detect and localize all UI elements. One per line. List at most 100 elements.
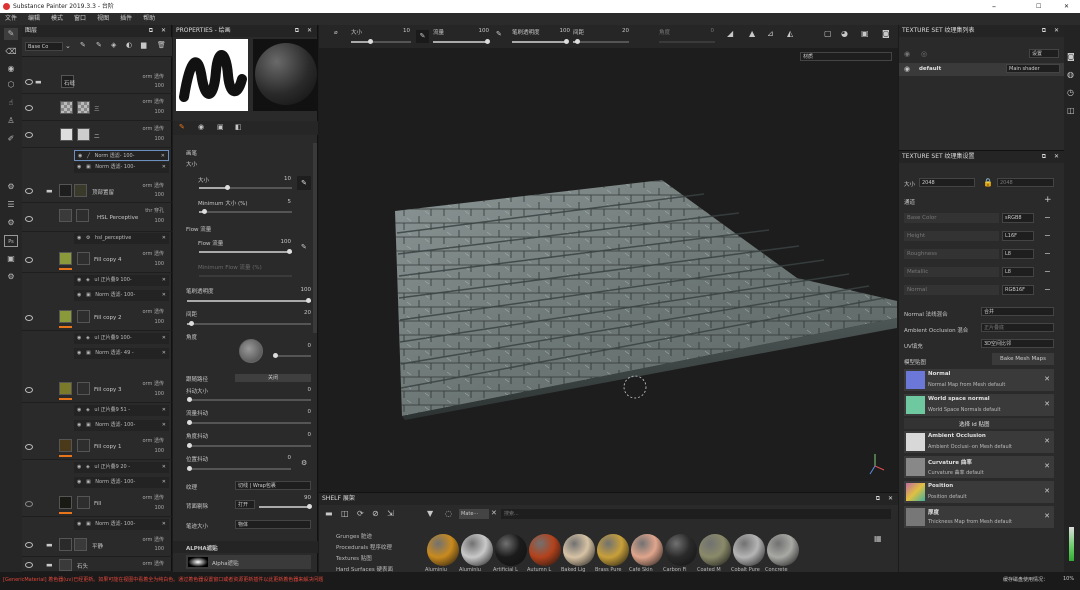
effect-row[interactable]: ◉ ▣ Norm 透滤- 100- ✕ — [74, 162, 169, 173]
mesh-map-slot[interactable]: 厚度 Thickness Map from Mesh default ✕ — [904, 506, 1054, 528]
material-thumbnail[interactable] — [529, 534, 561, 566]
layer-blend[interactable]: orm 透传 — [143, 437, 165, 444]
jitter-flow-value[interactable]: 0 — [291, 409, 312, 415]
eye-icon[interactable]: ◉ — [77, 277, 81, 283]
effect-row[interactable]: ◉ ▣ Norm 透滤- 100- ✕ — [74, 519, 169, 530]
eye-icon[interactable]: ◉ — [77, 521, 81, 527]
visibility-eye-icon[interactable] — [25, 542, 33, 548]
flow-pressure-icon[interactable]: ✎ — [301, 243, 307, 251]
minimum-size-value[interactable]: 5 — [273, 199, 292, 205]
layer-row[interactable]: 三 orm 透传 100 — [22, 95, 172, 121]
lazy-mouse-icon[interactable]: ▲ — [749, 29, 755, 38]
polygon-fill-icon[interactable]: ⬡ — [4, 79, 18, 91]
toolbar-flow-slider[interactable] — [433, 39, 490, 44]
remove-channel-icon[interactable]: − — [1044, 285, 1051, 294]
clear-map-icon[interactable]: ✕ — [1044, 487, 1050, 495]
channel-format-dropdown[interactable]: RGB16F — [1002, 285, 1034, 295]
effect-row[interactable]: ◉ ◈ ul 正片叠9 20 - ✕ — [74, 462, 169, 473]
layer-row[interactable]: ▬ 石头 orm 透传 — [22, 558, 172, 572]
layer-opacity[interactable]: 100 — [154, 391, 164, 397]
material-thumbnail[interactable] — [597, 534, 629, 566]
effect-row[interactable]: ◉ ▣ Norm 透滤- 49 - ✕ — [74, 348, 169, 359]
plugin-icon[interactable]: ⚙ — [4, 271, 18, 283]
layer-blend[interactable]: orm 透传 — [143, 125, 165, 132]
toolbar-flow-pen-icon[interactable]: ✎ — [496, 30, 502, 38]
spacing-value[interactable]: 20 — [291, 310, 311, 316]
history-icon[interactable]: ◷ — [1067, 88, 1074, 97]
mesh-map-slot[interactable]: Normal Normal Map from Mesh default ✕ — [904, 369, 1054, 391]
clone-stamp-icon[interactable]: ♙ — [4, 115, 18, 127]
menu-file[interactable]: 文件 — [5, 15, 17, 22]
pen-pressure-icon[interactable]: ✎ — [297, 176, 311, 190]
projection-icon[interactable]: ◉ — [4, 63, 18, 75]
layer-blend[interactable]: orm 透传 — [143, 536, 165, 543]
size-slider[interactable] — [199, 185, 292, 190]
flow-slider[interactable] — [199, 249, 293, 254]
id-map-slot[interactable]: 选择 id 贴图 — [904, 418, 1054, 429]
mesh-map-slot[interactable]: Curvature 曲率 Curvature 曲率 default ✕ — [904, 456, 1054, 478]
photoshop-export-icon[interactable]: Ps — [4, 235, 18, 247]
minimum-size-slider[interactable] — [199, 209, 292, 214]
remove-effect-icon[interactable]: ✕ — [162, 233, 166, 244]
display-mode-icon[interactable]: ◕ — [841, 29, 848, 38]
effect-row[interactable]: ◉ ◈ ul 正片叠9 100- ✕ — [74, 275, 169, 286]
refresh-icon[interactable]: ⟳ — [357, 509, 364, 518]
lock-icon[interactable]: 🔒 — [983, 178, 993, 187]
render-mode-icon[interactable]: ▣ — [861, 29, 869, 38]
backface-angle-slider[interactable] — [259, 504, 312, 509]
flow-value[interactable]: 100 — [273, 239, 292, 245]
layer-opacity[interactable]: 100 — [154, 319, 164, 325]
visibility-eye-icon[interactable] — [25, 315, 33, 321]
size-space-dropdown[interactable]: 物体 — [235, 520, 311, 529]
channel-format-dropdown[interactable]: L8 — [1002, 249, 1034, 259]
layer-blend[interactable]: orm 透传 — [143, 560, 165, 567]
clear-map-icon[interactable]: ✕ — [1044, 375, 1050, 383]
toolbar-pen-icon[interactable]: ✎ — [416, 30, 429, 43]
toolbar-angle-slider[interactable] — [659, 41, 715, 43]
eye-icon[interactable]: ◉ — [77, 464, 81, 470]
follow-path-toggle[interactable]: 关闭 — [235, 374, 311, 382]
opacity-value[interactable]: 100 — [291, 287, 312, 293]
camera-icon[interactable]: ▢ — [824, 29, 832, 38]
hide-icon[interactable]: ⊘ — [372, 509, 379, 518]
filter-tag[interactable]: Mate··· — [459, 509, 489, 519]
remove-channel-icon[interactable]: − — [1044, 213, 1051, 222]
texture-set-settings-button[interactable]: 设置 — [1029, 49, 1059, 58]
effect-row[interactable]: ◉ ◈ ul 正片叠9 51 - ✕ — [74, 405, 169, 416]
layer-blend[interactable]: orm 透传 — [143, 182, 165, 189]
channel-format-dropdown[interactable]: L16F — [1002, 231, 1034, 241]
shader-dropdown[interactable]: Main shader — [1006, 64, 1060, 73]
grid-view-icon[interactable]: ▦ — [874, 534, 882, 543]
stencil-tab-icon[interactable]: ▣ — [217, 123, 224, 131]
menu-edit[interactable]: 编辑 — [28, 15, 40, 22]
close-panel-icon[interactable]: ✕ — [307, 25, 312, 37]
add-fill-layer-icon[interactable]: ◈ — [111, 41, 116, 49]
delete-layer-icon[interactable]: 🗑 — [157, 41, 166, 49]
layer-row[interactable]: ▬ 平静 orm 透传 100 — [22, 533, 172, 557]
layer-row[interactable]: HSL Perceptive thr 穿孔 100 — [22, 204, 172, 232]
texture-set-list-icon[interactable]: ◙ — [1067, 52, 1075, 61]
material-thumbnail[interactable] — [461, 534, 493, 566]
effect-row[interactable]: ◉ ▣ Norm 透滤- 100- ✕ — [74, 477, 169, 488]
properties-scrollbar[interactable] — [313, 143, 317, 333]
camera-align-icon[interactable]: ◭ — [787, 29, 793, 38]
channel-format-dropdown[interactable]: sRGB8 — [1002, 213, 1034, 223]
toolbar-size-slider[interactable] — [351, 39, 411, 44]
toolbar-spacing-slider[interactable] — [573, 39, 629, 44]
layer-row[interactable]: ▬ 石缝 orm 透传 100 — [22, 70, 172, 94]
remove-effect-icon[interactable]: ✕ — [162, 420, 166, 431]
eye-icon[interactable]: ◉ — [77, 335, 81, 341]
solo-icon[interactable]: ◎ — [921, 50, 927, 58]
layer-opacity[interactable]: 100 — [154, 505, 164, 511]
minimum-flow-slider[interactable] — [199, 275, 292, 277]
texture-size-dropdown[interactable]: 2048 — [919, 178, 975, 187]
shelf-search-input[interactable] — [501, 509, 891, 519]
remove-effect-icon[interactable]: ✕ — [162, 405, 166, 416]
material-tab-icon[interactable]: ◉ — [198, 123, 204, 131]
add-effect-icon[interactable]: ✎ — [80, 41, 86, 49]
toolbar-spacing-value[interactable]: 20 — [614, 28, 629, 34]
layer-row[interactable]: ▬ 顶部置留 orm 透传 100 — [22, 179, 172, 203]
export-icon[interactable]: ▣ — [4, 253, 18, 265]
backface-toggle[interactable]: 打开 — [235, 500, 255, 509]
remove-effect-icon[interactable]: ✕ — [162, 477, 166, 488]
